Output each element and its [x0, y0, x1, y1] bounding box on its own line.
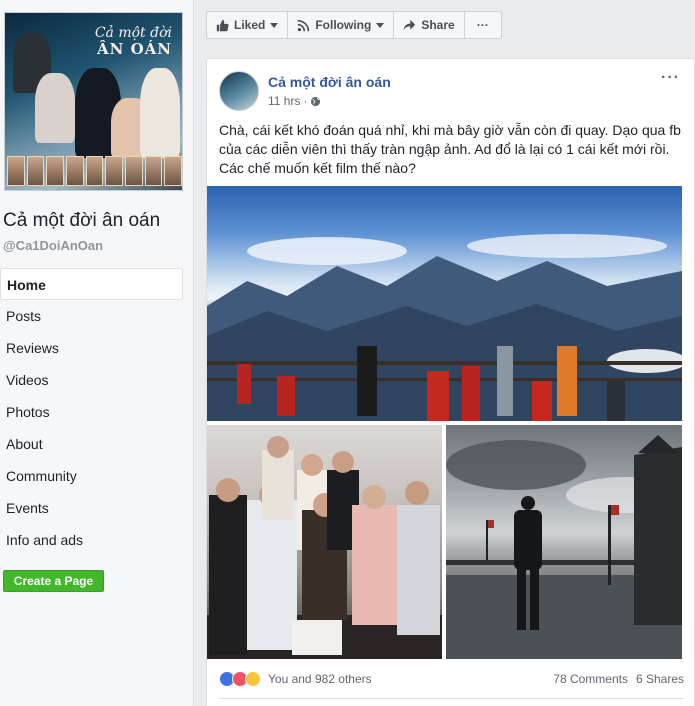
more-options-button[interactable]: ··· — [465, 12, 501, 38]
comments-count[interactable]: 78 Comments — [553, 672, 628, 686]
mountain-scene-image — [207, 234, 682, 421]
page-handle[interactable]: @Ca1DoiAnOan — [3, 238, 103, 253]
post-divider — [219, 698, 684, 699]
post-timestamp[interactable]: 11 hrs · — [268, 94, 321, 108]
nav-item-posts[interactable]: Posts — [0, 300, 183, 332]
share-arrow-icon — [404, 19, 416, 30]
shares-count[interactable]: 6 Shares — [636, 672, 684, 686]
silhouette-scene-image — [446, 435, 682, 659]
reaction-icons[interactable] — [219, 671, 261, 687]
nav-item-home[interactable]: Home — [0, 268, 183, 300]
cover-title: Cả một đời ÂN OÁN — [94, 25, 172, 58]
nav-item-reviews[interactable]: Reviews — [0, 332, 183, 364]
post-photo-silhouette[interactable] — [446, 425, 682, 659]
page-profile-picture[interactable]: Cả một đời ÂN OÁN — [4, 12, 183, 191]
create-page-button[interactable]: Create a Page — [3, 570, 104, 592]
globe-icon — [311, 96, 321, 106]
chevron-down-icon — [270, 22, 279, 28]
thumbs-up-icon — [216, 19, 229, 31]
nav-item-community[interactable]: Community — [0, 460, 183, 492]
post-time-text: 11 hrs — [268, 94, 301, 108]
post-stats-bar: You and 982 others 78 Comments 6 Shares — [219, 669, 684, 689]
feed-post: Cả một đời ân oán 11 hrs · ··· Chà, cái … — [206, 58, 695, 706]
post-author-name[interactable]: Cả một đời ân oán — [268, 74, 391, 90]
liked-button[interactable]: Liked — [207, 12, 289, 38]
more-icon: ··· — [476, 18, 489, 32]
nav-item-events[interactable]: Events — [0, 492, 183, 524]
cast-group-image — [207, 436, 442, 659]
page-nav: Home Posts Reviews Videos Photos About C… — [0, 268, 183, 556]
following-label: Following — [315, 18, 372, 32]
post-message: Chà, cái kết khó đoán quá nhỉ, khi mà bâ… — [219, 122, 681, 176]
left-sidebar: Cả một đời ÂN OÁN Cả một đời ân oán @Ca1… — [0, 0, 194, 706]
cast-strip — [5, 156, 182, 186]
nav-item-info-and-ads[interactable]: Info and ads — [0, 524, 183, 556]
following-button[interactable]: Following — [288, 12, 395, 38]
share-button[interactable]: Share — [394, 12, 465, 38]
page-action-bar: Liked Following Share ··· — [206, 11, 502, 39]
post-photo-mountain-crew[interactable] — [207, 186, 682, 421]
nav-item-videos[interactable]: Videos — [0, 364, 183, 396]
chevron-down-icon — [376, 22, 385, 28]
liked-label: Liked — [234, 18, 266, 32]
nav-item-photos[interactable]: Photos — [0, 396, 183, 428]
wow-reaction-icon — [245, 671, 261, 687]
post-options-icon[interactable]: ··· — [661, 69, 680, 87]
post-author-avatar[interactable] — [219, 71, 259, 111]
reactions-count[interactable]: You and 982 others — [268, 672, 372, 686]
dot-separator: · — [303, 94, 308, 108]
share-label: Share — [421, 18, 455, 32]
nav-item-about[interactable]: About — [0, 428, 183, 460]
page-title[interactable]: Cả một đời ân oán — [3, 210, 160, 232]
rss-feed-icon — [298, 19, 310, 31]
post-photo-cast-group[interactable] — [207, 425, 442, 659]
